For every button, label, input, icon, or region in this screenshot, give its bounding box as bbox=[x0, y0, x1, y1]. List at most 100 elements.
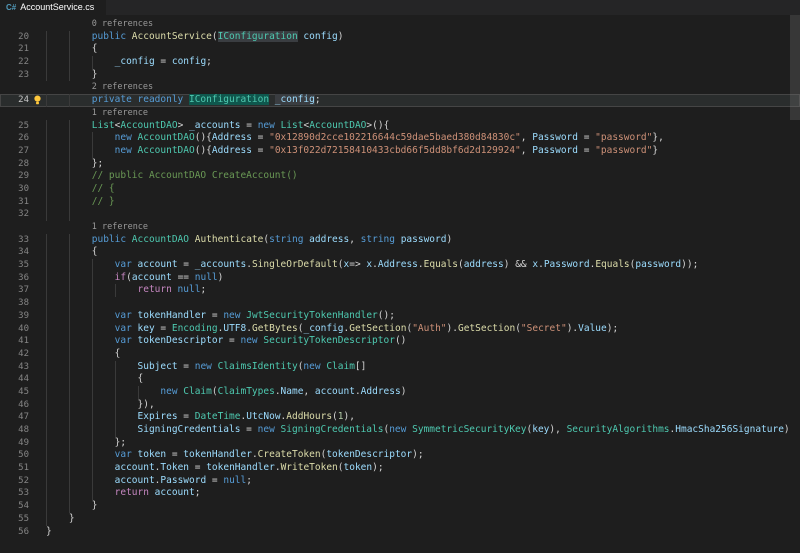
line-number[interactable]: 32 bbox=[0, 208, 29, 221]
code-token: // } bbox=[91, 195, 115, 207]
codelens[interactable]: 1 reference bbox=[46, 221, 800, 234]
line-number[interactable]: 38 bbox=[0, 297, 29, 310]
line-number[interactable]: 41 bbox=[0, 335, 29, 348]
line-number[interactable]: 37 bbox=[0, 284, 29, 297]
code-line[interactable]: new AccountDAO(){Address = "0x13f022d721… bbox=[46, 144, 800, 158]
code-line[interactable]: } bbox=[46, 500, 800, 513]
code-line[interactable]: account.Token = tokenHandler.WriteToken(… bbox=[46, 462, 800, 475]
code-line[interactable]: new Claim(ClaimTypes.Name, account.Addre… bbox=[46, 385, 800, 399]
line-number[interactable]: 24 bbox=[0, 94, 29, 107]
code-token: AddHours bbox=[286, 411, 333, 423]
codelens[interactable]: 2 references bbox=[46, 81, 800, 94]
line-number[interactable]: 51 bbox=[0, 462, 29, 475]
line-number[interactable]: 56 bbox=[0, 526, 29, 539]
code-line[interactable]: var account = _accounts.SingleOrDefault(… bbox=[46, 259, 800, 272]
line-number[interactable]: 39 bbox=[0, 310, 29, 323]
line-number[interactable]: 22 bbox=[0, 56, 29, 69]
code-line[interactable]: private readonly IConfiguration _config; bbox=[46, 94, 800, 107]
code-line[interactable]: var token = tokenHandler.CreateToken(tok… bbox=[46, 449, 800, 463]
line-number[interactable]: 46 bbox=[0, 399, 29, 412]
line-number[interactable]: 44 bbox=[0, 373, 29, 386]
code-line[interactable]: { bbox=[46, 373, 800, 386]
code-line[interactable]: } bbox=[46, 512, 800, 526]
glyph-margin bbox=[29, 120, 46, 133]
line-number[interactable]: 48 bbox=[0, 424, 29, 437]
code-token: tokenHandler bbox=[131, 309, 207, 321]
line-number[interactable]: 36 bbox=[0, 272, 29, 285]
code-line[interactable]: Subject = new ClaimsIdentity(new Claim[] bbox=[46, 360, 800, 374]
line-number[interactable]: 49 bbox=[0, 437, 29, 450]
code-line[interactable]: }), bbox=[46, 398, 800, 412]
code-line[interactable] bbox=[46, 297, 800, 310]
line-number[interactable]: 20 bbox=[0, 31, 29, 44]
line-number[interactable]: 54 bbox=[0, 500, 29, 513]
line-number[interactable]: 33 bbox=[0, 234, 29, 247]
code-line[interactable]: public AccountService(IConfiguration con… bbox=[46, 30, 800, 44]
code-line[interactable]: if(account == null) bbox=[46, 271, 800, 285]
line-number[interactable]: 29 bbox=[0, 170, 29, 183]
line-number[interactable]: 30 bbox=[0, 183, 29, 196]
indent-guide bbox=[46, 436, 69, 450]
codelens-link[interactable]: 1 reference bbox=[92, 222, 148, 232]
code-line[interactable]: }; bbox=[46, 436, 800, 450]
line-number[interactable]: 42 bbox=[0, 348, 29, 361]
codelens-link[interactable]: 1 reference bbox=[92, 108, 148, 118]
line-number[interactable]: 27 bbox=[0, 145, 29, 158]
code-line[interactable]: } bbox=[46, 526, 800, 539]
code-line[interactable]: // { bbox=[46, 182, 800, 196]
code-line[interactable]: account.Password = null; bbox=[46, 474, 800, 488]
codelens[interactable]: 1 reference bbox=[46, 107, 800, 120]
code-line[interactable]: { bbox=[46, 347, 800, 361]
code-line[interactable]: { bbox=[46, 246, 800, 260]
code-line[interactable]: { bbox=[46, 43, 800, 57]
line-number[interactable]: 31 bbox=[0, 196, 29, 209]
code-line[interactable]: Expires = DateTime.UtcNow.AddHours(1), bbox=[46, 411, 800, 424]
line-number[interactable]: 52 bbox=[0, 475, 29, 488]
line-number[interactable]: 50 bbox=[0, 449, 29, 462]
codelens-link[interactable]: 0 references bbox=[92, 19, 153, 29]
code-line[interactable]: } bbox=[46, 68, 800, 82]
line-number[interactable]: 25 bbox=[0, 120, 29, 133]
codelens[interactable]: 0 references bbox=[46, 18, 800, 31]
line-number[interactable]: 35 bbox=[0, 259, 29, 272]
code-line[interactable]: List<AccountDAO> _accounts = new List<Ac… bbox=[46, 119, 800, 133]
code-token: Address bbox=[360, 385, 401, 397]
code-token: account bbox=[131, 271, 172, 283]
code-line-row: 30 // { bbox=[0, 182, 800, 196]
code-line[interactable]: public AccountDAO Authenticate(string ad… bbox=[46, 233, 800, 247]
line-number[interactable]: 43 bbox=[0, 361, 29, 374]
indent-guide bbox=[68, 195, 92, 209]
line-number[interactable]: 26 bbox=[0, 132, 29, 145]
code-line[interactable]: return account; bbox=[46, 487, 800, 501]
code-token: key bbox=[131, 322, 155, 334]
tab-accountservice-cs[interactable]: C# AccountService.cs bbox=[0, 0, 108, 15]
code-line[interactable]: SigningCredentials = new SigningCredenti… bbox=[46, 424, 800, 437]
line-number[interactable]: 40 bbox=[0, 323, 29, 336]
code-line[interactable]: var tokenDescriptor = new SecurityTokenD… bbox=[46, 335, 800, 348]
editor-scrollbar[interactable] bbox=[790, 15, 800, 120]
line-number[interactable]: 55 bbox=[0, 513, 29, 526]
code-line[interactable]: var tokenHandler = new JwtSecurityTokenH… bbox=[46, 309, 800, 323]
line-number[interactable]: 28 bbox=[0, 158, 29, 171]
code-line[interactable]: return null; bbox=[46, 284, 800, 298]
code-line[interactable]: _config = config; bbox=[46, 56, 800, 69]
code-line[interactable]: // } bbox=[46, 195, 800, 209]
line-number[interactable]: 45 bbox=[0, 386, 29, 399]
code-line[interactable]: new AccountDAO(){Address = "0x12890d2cce… bbox=[46, 132, 800, 145]
glyph-margin bbox=[29, 221, 46, 234]
code-line[interactable] bbox=[46, 208, 800, 221]
code-line[interactable]: var key = Encoding.UTF8.GetBytes(_config… bbox=[46, 322, 800, 336]
line-number[interactable]: 23 bbox=[0, 69, 29, 82]
line-number[interactable]: 47 bbox=[0, 411, 29, 424]
code-editor[interactable]: 0 references 20 public AccountService(ICon… bbox=[0, 15, 800, 538]
code-token: = bbox=[240, 424, 258, 435]
glyph-margin bbox=[29, 259, 46, 272]
line-number[interactable]: 21 bbox=[0, 43, 29, 56]
codelens-link[interactable]: 2 references bbox=[92, 82, 153, 92]
code-line-row: 53 return account; bbox=[0, 487, 800, 501]
code-line[interactable]: }; bbox=[46, 157, 800, 171]
code-token: config bbox=[297, 30, 338, 42]
line-number[interactable]: 53 bbox=[0, 487, 29, 500]
code-line[interactable]: // public AccountDAO CreateAccount() bbox=[46, 170, 800, 183]
line-number[interactable]: 34 bbox=[0, 246, 29, 259]
